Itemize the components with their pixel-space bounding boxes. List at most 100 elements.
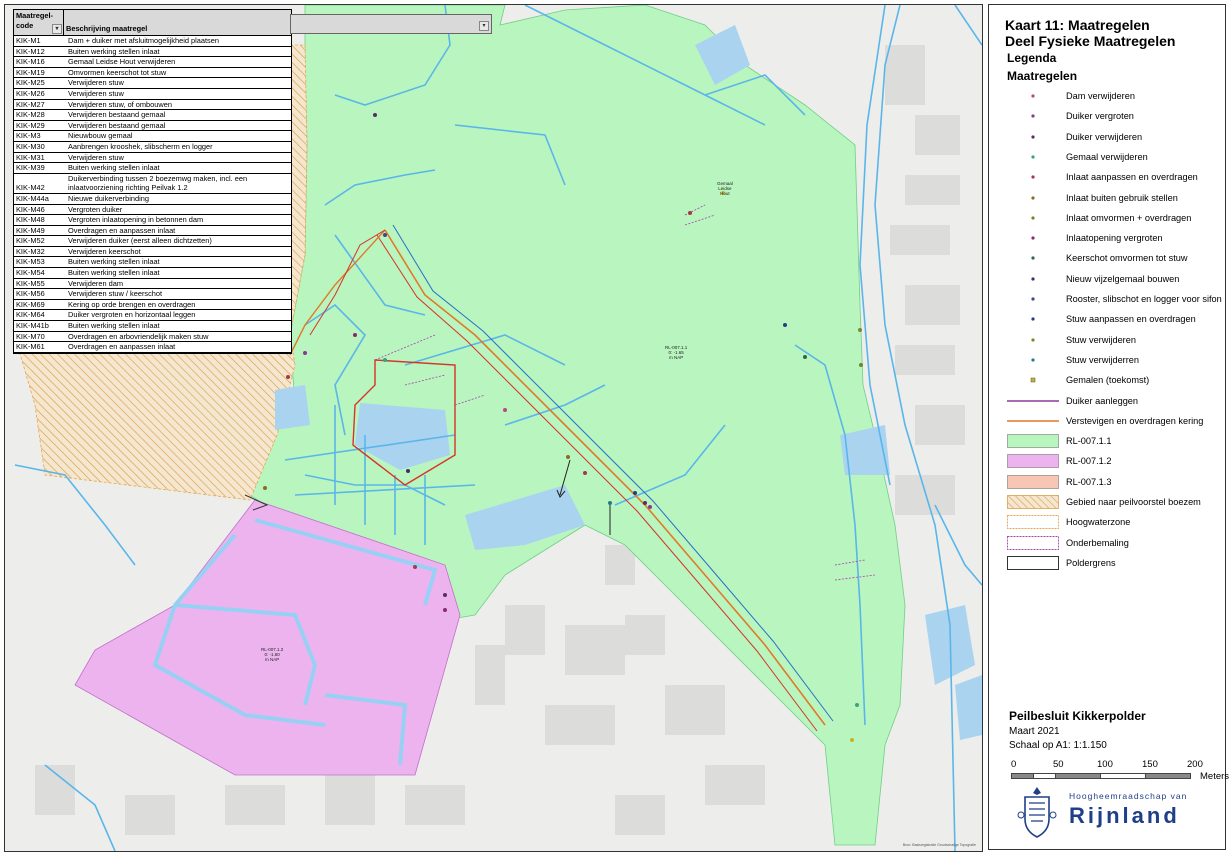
table-row: KIK-M29 Verwijderen bestaand gemaal bbox=[14, 121, 291, 132]
scale-label: 100 bbox=[1097, 759, 1113, 770]
legend-symbol-dot bbox=[1031, 114, 1035, 118]
table-row: KIK-M30 Aanbrengen krooshek, slibscherm e… bbox=[14, 142, 291, 153]
legend-item-label: Verstevigen en overdragen kering bbox=[1066, 415, 1204, 426]
legend-symbol-fill bbox=[1007, 474, 1059, 489]
cell-code: KIK-M3 bbox=[16, 131, 41, 141]
cell-desc: Nieuwe duikerverbinding bbox=[68, 193, 149, 203]
area-boezem-hatched bbox=[12, 329, 296, 501]
table-header-extra: ▾ bbox=[290, 14, 492, 34]
cell-desc: Duikerverbinding tussen 2 boezemwg maken… bbox=[68, 173, 248, 193]
legend-symbol-shape bbox=[1031, 216, 1035, 220]
legend-symbol-shape bbox=[1031, 236, 1035, 240]
legend-symbol-shape bbox=[1031, 277, 1035, 281]
scale-label: 50 bbox=[1053, 759, 1064, 770]
legend-symbol-dashbox bbox=[1007, 515, 1059, 530]
header-code[interactable]: Maatregel-code ▾ bbox=[14, 10, 64, 35]
cell-code: KIK-M30 bbox=[16, 141, 45, 151]
legend-item: RL-007.1.3 bbox=[1007, 474, 1222, 491]
legend-item: Stuw aanpassen en overdragen bbox=[1007, 312, 1222, 328]
table-row: KIK-M64 Duiker vergroten en horizontaal l… bbox=[14, 310, 291, 322]
cell-desc: Buiten werking stellen inlaat bbox=[68, 46, 160, 56]
table-row: KIK-M48 Vergroten inlaatopening in betonn… bbox=[14, 215, 291, 226]
legend-item: Inlaat omvormen + overdragen bbox=[1007, 211, 1222, 227]
table-row: KIK-M39 Buiten werking stellen inlaat bbox=[14, 163, 291, 174]
legend-symbol-shape bbox=[1031, 297, 1035, 301]
cell-desc: Verwijderen stuw / keerschot bbox=[68, 289, 163, 299]
table-row: KIK-M32 Verwijderen keerschot bbox=[14, 247, 291, 258]
legend-item: Rooster, slibschot en logger voor sifon bbox=[1007, 292, 1222, 308]
legend-item: Stuw verwijderen bbox=[1007, 333, 1222, 349]
cell-desc: Verwijderen stuw bbox=[68, 88, 124, 98]
legend-symbol-dashbox bbox=[1007, 535, 1059, 550]
cell-code: KIK-M25 bbox=[16, 78, 45, 88]
legend-item: Inlaat aanpassen en overdragen bbox=[1007, 170, 1222, 186]
table-row: KIK-M27 Verwijderen stuw, of ombouwen bbox=[14, 100, 291, 111]
legend-symbol-shape bbox=[1031, 358, 1035, 362]
legend-symbol-dot bbox=[1031, 297, 1035, 301]
table-row: KIK-M53 Buiten werking stellen inlaat bbox=[14, 257, 291, 269]
filter-dropdown-icon[interactable]: ▾ bbox=[52, 24, 62, 34]
cell-desc: Overdragen en aanpassen inlaat bbox=[68, 225, 176, 235]
legend-symbol-line bbox=[1007, 399, 1059, 402]
rijnland-logo: Hoogheemraadschap van Rijnland bbox=[1013, 783, 1223, 847]
legend-item-label: Inlaat omvormen + overdragen bbox=[1066, 212, 1192, 223]
legend-symbol-dot bbox=[1031, 195, 1035, 200]
cell-code: KIK-M26 bbox=[16, 88, 45, 98]
legend-item: Inlaat buiten gebruik stellen bbox=[1007, 191, 1222, 207]
legend-item-label: RL-007.1.1 bbox=[1066, 436, 1112, 447]
cell-desc: Verwijderen stuw bbox=[68, 78, 124, 88]
cell-desc: Verwijderen dam bbox=[68, 278, 124, 288]
legend-item-label: Nieuw vijzelgemaal bouwen bbox=[1066, 273, 1180, 284]
cell-code: KIK-M27 bbox=[16, 99, 45, 109]
cell-code: KIK-M44a bbox=[16, 193, 49, 203]
table-row: KIK-M54 Buiten werking stellen inlaat bbox=[14, 268, 291, 279]
legend-symbol-shape bbox=[1031, 134, 1035, 139]
filter-dropdown-icon[interactable]: ▾ bbox=[479, 21, 489, 31]
legend-symbol-hatch bbox=[1007, 495, 1059, 509]
legend-item-label: Inlaatopening vergroten bbox=[1066, 233, 1163, 244]
cell-desc: Buiten werking stellen inlaat bbox=[68, 163, 160, 173]
table-row: KIK-M25 Verwijderen stuw bbox=[14, 78, 291, 89]
legend-symbol-shape bbox=[1031, 175, 1035, 179]
cell-code: KIK-M31 bbox=[16, 152, 45, 162]
cell-desc: Overdragen en arbovriendelijk maken stuw bbox=[68, 331, 209, 341]
scale-label: 0 bbox=[1011, 759, 1017, 770]
legend-item: Keerschot omvormen tot stuw bbox=[1007, 251, 1222, 267]
scale-unit: Meters bbox=[1200, 771, 1230, 782]
cell-desc: Dam + duiker met afsluitmogelijkheid pla… bbox=[68, 36, 219, 45]
table-row: KIK-M19 Omvormen keerschot tot stuw bbox=[14, 68, 291, 79]
header-desc[interactable]: Beschrijving maatregel bbox=[64, 10, 291, 35]
legend-symbol-dot bbox=[1031, 358, 1035, 362]
cell-code: KIK-M41b bbox=[16, 321, 49, 331]
scale-label: 200 bbox=[1187, 759, 1203, 770]
legend-item: Dam verwijderen bbox=[1007, 89, 1222, 105]
legend-symbol-shape bbox=[1031, 94, 1035, 98]
legend-item: Duiker vergroten bbox=[1007, 109, 1222, 125]
table-row: KIK-M26 Verwijderen stuw bbox=[14, 89, 291, 100]
table-row: KIK-M28 Verwijderen bestaand gemaal bbox=[14, 110, 291, 121]
legend-item-label: Inlaat buiten gebruik stellen bbox=[1066, 192, 1178, 203]
legend-item-label: Stuw verwijderren bbox=[1066, 354, 1140, 365]
cell-code: KIK-M16 bbox=[16, 57, 45, 67]
cell-code: KIK-M42 bbox=[16, 183, 45, 193]
legend-symbol-fill bbox=[1007, 434, 1059, 448]
legend-symbol-fill bbox=[1007, 454, 1059, 469]
cell-desc: Aanbrengen krooshek, slibscherm en logge… bbox=[68, 141, 213, 151]
cell-code: KIK-M61 bbox=[16, 342, 45, 352]
legend-item-label: Poldergrens bbox=[1066, 557, 1116, 568]
legend-item-label: Inlaat aanpassen en overdragen bbox=[1066, 172, 1198, 183]
map-panel[interactable]: RL-007.1.1 0: -1.65 m NAP RL-007.1.2 0: -1.… bbox=[4, 4, 983, 852]
legend-item: Gebied naar peilvoorstel boezem bbox=[1007, 495, 1222, 511]
legend-item: Inlaatopening vergroten bbox=[1007, 231, 1222, 247]
legend-item-label: Dam verwijderen bbox=[1066, 91, 1135, 101]
legend-symbol-shape bbox=[1031, 114, 1035, 118]
legend-panel: Kaart 11: Maatregelen Deel Fysieke Maatr… bbox=[988, 4, 1230, 850]
legend-item: RL-007.1.2 bbox=[1007, 454, 1222, 470]
table-row: KIK-M69 Kering op orde brengen en overdra… bbox=[14, 300, 291, 311]
cell-code: KIK-M1 bbox=[16, 36, 41, 45]
cell-desc: Vergroten duiker bbox=[68, 204, 123, 214]
cell-desc: Verwijderen duiker (eerst alleen dichtze… bbox=[68, 236, 212, 246]
cell-code: KIK-M28 bbox=[16, 110, 45, 120]
legend-item-label: Duiker aanleggen bbox=[1066, 395, 1139, 406]
legend-item-label: Gemalen (toekomst) bbox=[1066, 375, 1150, 386]
